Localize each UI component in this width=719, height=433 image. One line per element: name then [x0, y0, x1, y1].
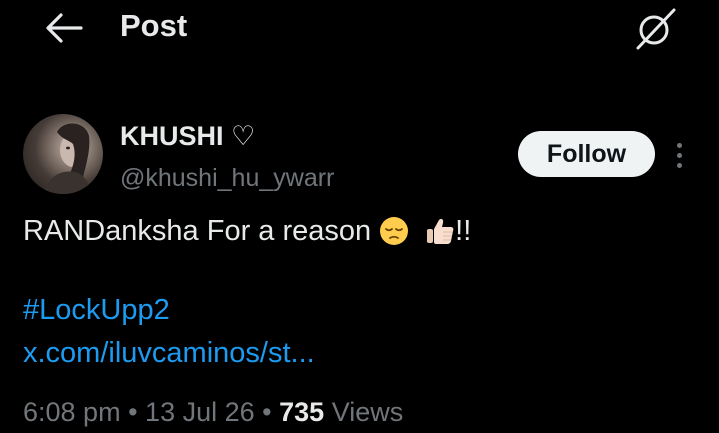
- follow-button[interactable]: Follow: [518, 131, 655, 177]
- author-handle[interactable]: @khushi_hu_ywarr: [120, 163, 334, 193]
- post-text-body: RANDanksha For a reason: [23, 215, 372, 247]
- meta-separator: •: [262, 397, 272, 427]
- profile-photo: [43, 123, 93, 194]
- more-dot-icon: [676, 152, 682, 158]
- thumbs-up-emoji: [427, 219, 454, 244]
- views-label: Views: [331, 397, 404, 427]
- post-text: RANDanksha For a reason !!: [23, 211, 471, 251]
- avatar[interactable]: [23, 114, 103, 194]
- views-count: 735: [279, 397, 325, 427]
- arrow-left-icon: [46, 13, 83, 43]
- more-dot-icon: [676, 142, 682, 148]
- post-meta: 6:08 pm • 13 Jul 26 • 735 Views: [23, 393, 403, 431]
- top-bar: Post: [0, 0, 719, 60]
- hashtag-link[interactable]: #LockUpp2: [23, 290, 170, 330]
- post-date[interactable]: 13 Jul 26: [145, 397, 255, 427]
- url-link[interactable]: x.com/iluvcaminos/st...: [23, 333, 315, 373]
- grok-icon: [636, 8, 676, 50]
- author-display-name[interactable]: KHUSHI ♡: [120, 120, 255, 152]
- meta-separator: •: [128, 397, 138, 427]
- page-title: Post: [120, 8, 188, 43]
- back-button[interactable]: [40, 8, 86, 48]
- more-dot-icon: [676, 162, 682, 168]
- post-time[interactable]: 6:08 pm: [23, 397, 121, 427]
- more-options-button[interactable]: [668, 137, 690, 173]
- grok-button[interactable]: [628, 4, 684, 52]
- post-text-suffix: !!: [455, 215, 472, 247]
- pensive-face-emoji: [380, 217, 409, 245]
